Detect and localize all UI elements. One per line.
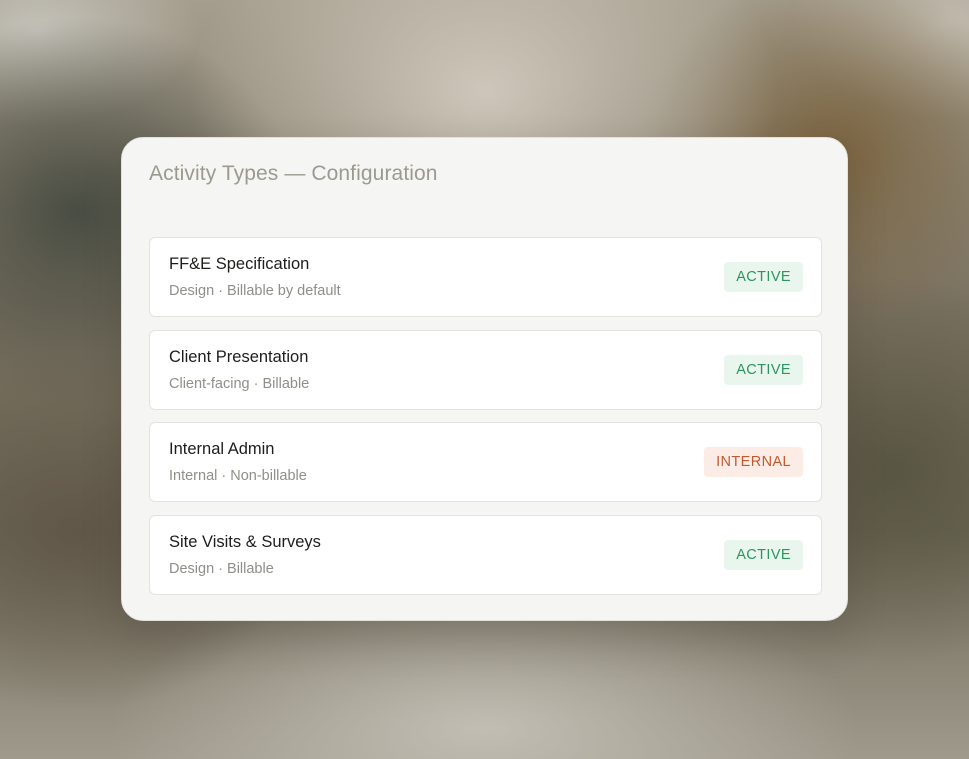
activity-type-meta: Client-facing · Billable	[169, 375, 310, 392]
activity-type-row-client-presentation[interactable]: Client Presentation Client-facing · Bill…	[149, 329, 822, 410]
activity-type-row-internal-admin[interactable]: Internal Admin Internal · Non-billable I…	[149, 422, 822, 502]
activity-type-name: Site Visits & Surveys	[169, 532, 321, 551]
activity-types-panel: Activity Types — Configuration FF&E Spec…	[121, 137, 848, 621]
panel-title: Activity Types — Configuration	[149, 162, 438, 185]
status-badge: ACTIVE	[724, 262, 803, 292]
status-badge: INTERNAL	[704, 447, 803, 477]
status-badge: ACTIVE	[724, 539, 803, 570]
activity-type-meta: Design · Billable	[169, 560, 274, 577]
activity-type-meta: Design · Billable by default	[169, 283, 341, 299]
activity-type-name: Internal Admin	[169, 440, 275, 458]
activity-type-list: FF&E Specification Design · Billable by …	[149, 237, 822, 607]
activity-type-name: FF&E Specification	[169, 255, 310, 273]
activity-type-row-site-visits-surveys[interactable]: Site Visits & Surveys Design · Billable …	[149, 514, 822, 595]
activity-type-row-ffe-specification[interactable]: FF&E Specification Design · Billable by …	[149, 237, 822, 317]
backdrop: { "panel": { "title": "Activity Types \u…	[0, 0, 969, 759]
activity-type-meta: Internal · Non-billable	[169, 468, 307, 484]
status-badge: ACTIVE	[724, 354, 803, 385]
activity-type-name: Client Presentation	[169, 347, 309, 366]
